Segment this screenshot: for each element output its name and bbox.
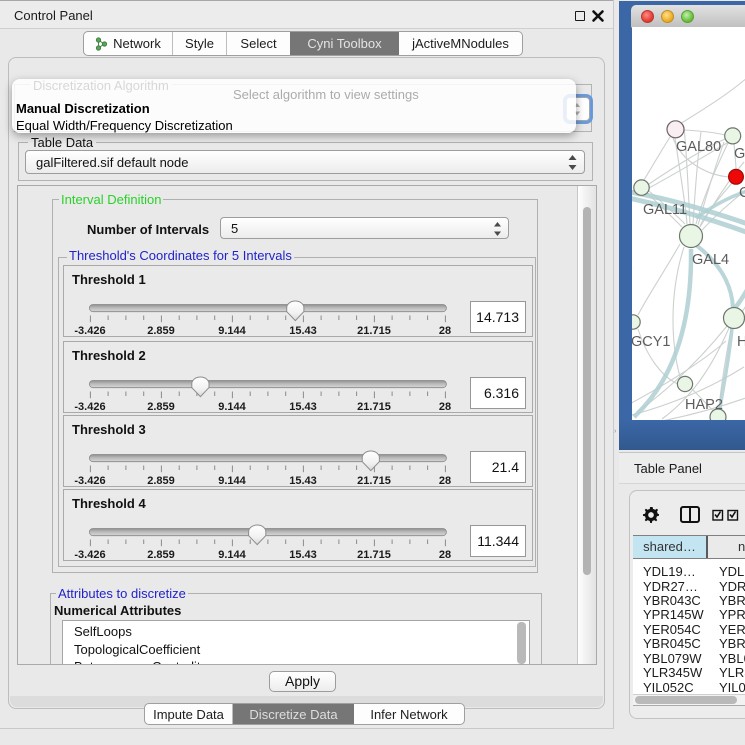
svg-text:G.: G.: [734, 146, 745, 162]
svg-text:GAL4: GAL4: [692, 252, 729, 268]
svg-text:C: C: [739, 185, 745, 201]
svg-text:HAP2: HAP2: [685, 397, 723, 413]
svg-text:H: H: [737, 334, 745, 350]
svg-text:GAL80: GAL80: [676, 139, 721, 155]
svg-text:GCY1: GCY1: [632, 334, 671, 350]
svg-text:GAL11: GAL11: [643, 202, 687, 218]
